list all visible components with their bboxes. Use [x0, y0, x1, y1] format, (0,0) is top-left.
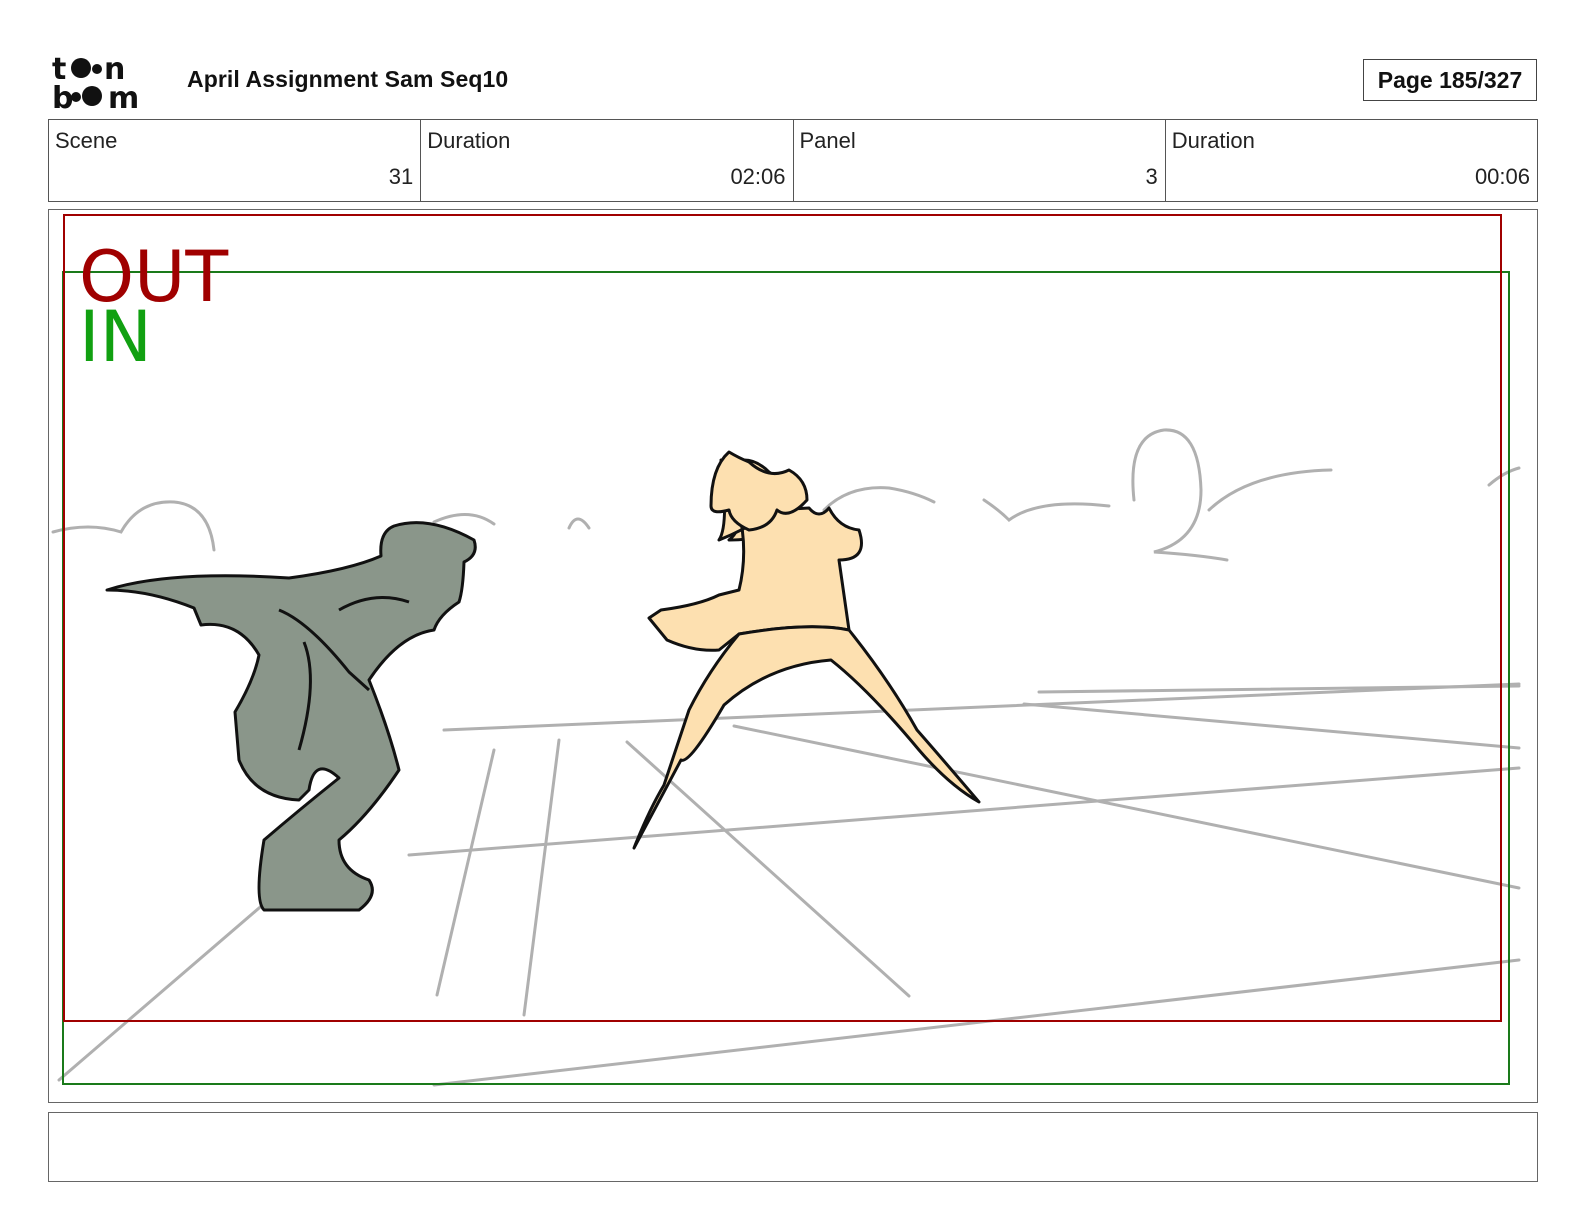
svg-text:m: m — [108, 81, 139, 110]
panel-duration-label: Duration — [1171, 128, 1255, 153]
panel-value: 3 — [1145, 164, 1158, 189]
panel-artwork — [51, 214, 1521, 1087]
panel-notes — [48, 1112, 1538, 1182]
scene-cell: Scene 31 — [49, 120, 422, 201]
panel-cell: Panel 3 — [794, 120, 1166, 201]
project-title: April Assignment Sam Seq10 — [187, 66, 509, 92]
panel-label: Panel — [799, 128, 856, 153]
scene-label: Scene — [55, 128, 118, 153]
panel-duration-cell: Duration 00:06 — [1166, 120, 1537, 201]
svg-text:b: b — [52, 81, 73, 110]
scene-value: 31 — [388, 164, 414, 189]
logo-mark: t n b m — [52, 52, 139, 116]
page-number: Page 185/327 — [1363, 59, 1537, 101]
storyboard-panel: OUT IN — [48, 209, 1538, 1103]
in-frame-label: IN — [79, 296, 153, 378]
shadow-figure — [105, 521, 477, 912]
scene-duration-label: Duration — [427, 128, 511, 153]
scene-duration-cell: Duration 02:06 — [421, 120, 794, 201]
scene-info-table: Scene 31 Duration 02:06 Panel 3 Duration… — [48, 119, 1538, 202]
scene-duration-value: 02:06 — [730, 164, 786, 189]
panel-duration-value: 00:06 — [1474, 164, 1530, 189]
toon-boom-logo: t n b m — [52, 52, 164, 116]
lit-figure — [632, 450, 981, 850]
